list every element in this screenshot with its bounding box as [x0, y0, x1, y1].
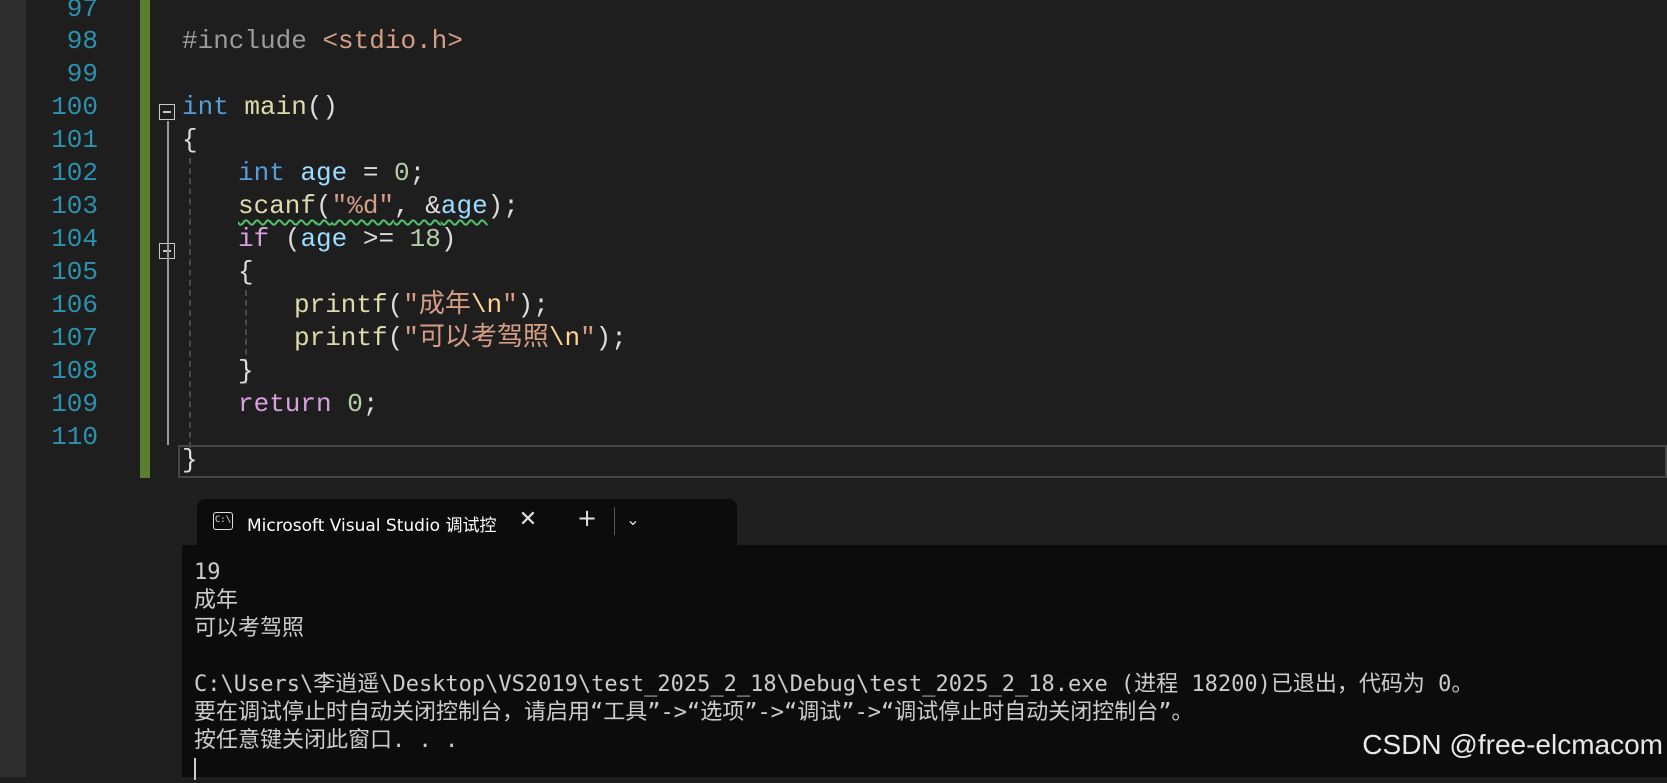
- number: 18: [409, 224, 441, 254]
- close-tab-button[interactable]: ✕: [513, 505, 543, 535]
- left-panel-strip: [0, 0, 26, 777]
- parens: (): [306, 92, 339, 122]
- return-keyword: return: [238, 389, 332, 419]
- variable: age: [284, 158, 348, 188]
- line-number: 108: [51, 356, 98, 386]
- brace: {: [182, 125, 198, 155]
- output-line: C:\Users\李逍遥\Desktop\VS2019\test_2025_2_…: [194, 672, 1474, 697]
- code-line-108[interactable]: }: [238, 354, 254, 389]
- code-line-102[interactable]: int age = 0;: [238, 156, 425, 191]
- function-name: printf: [294, 290, 388, 320]
- line-number: 102: [51, 158, 98, 188]
- brace: }: [238, 356, 254, 386]
- output-line: 成年: [194, 588, 239, 613]
- variable: age: [440, 191, 488, 221]
- line-number: 100: [51, 92, 98, 122]
- statement-end: );: [517, 290, 549, 320]
- brace: {: [238, 257, 254, 287]
- type-keyword: int: [182, 92, 229, 122]
- string-literal: "%d": [331, 191, 395, 221]
- output-line: 要在调试停止时自动关闭控制台，请启用“工具”->“选项”->“调试”->“调试停…: [194, 700, 1194, 725]
- code-line-110[interactable]: }: [182, 443, 198, 478]
- string-literal: "可以考驾照: [403, 323, 549, 353]
- statement-end: );: [595, 323, 627, 353]
- code-line-104[interactable]: if (age >= 18): [238, 222, 457, 257]
- paren: (: [387, 323, 404, 353]
- code-line-98[interactable]: #include <stdio.h>: [182, 24, 463, 59]
- line-number: 109: [51, 389, 98, 419]
- terminal-tab[interactable]: C:\ Microsoft Visual Studio 调试控制台 ✕: [197, 499, 737, 545]
- string-end: ": [580, 323, 596, 353]
- chevron-down-icon[interactable]: ⌄: [618, 505, 648, 535]
- new-tab-button[interactable]: +: [572, 503, 602, 533]
- code-line-107[interactable]: printf("可以考驾照\n");: [294, 321, 627, 356]
- paren: ): [440, 224, 457, 254]
- code-line-103[interactable]: scanf("%d", &age);: [238, 189, 519, 224]
- operator: =: [347, 158, 395, 188]
- control-keyword: if: [238, 224, 270, 254]
- escape-sequence: \n: [470, 290, 503, 320]
- terminal-titlebar: C:\ Microsoft Visual Studio 调试控制台 ✕ + ⌄: [182, 487, 1667, 545]
- brace: }: [182, 445, 198, 475]
- line-number: 104: [51, 224, 98, 254]
- type-keyword: int: [238, 158, 285, 188]
- operator: >=: [347, 224, 410, 254]
- line-number: 105: [51, 257, 98, 287]
- statement-end: );: [487, 191, 519, 221]
- semicolon: ;: [409, 158, 426, 188]
- line-number: 106: [51, 290, 98, 320]
- function-name: printf: [294, 323, 388, 353]
- function-name: main: [228, 92, 307, 122]
- escape-sequence: \n: [548, 323, 581, 353]
- paren: (: [269, 224, 301, 254]
- code-line-101[interactable]: {: [182, 123, 198, 158]
- change-tracking-bar: [140, 0, 150, 478]
- line-number: 107: [51, 323, 98, 353]
- string-literal: "成年: [403, 290, 471, 320]
- paren: (: [316, 191, 332, 221]
- include-header: <stdio.h>: [322, 26, 463, 56]
- variable: age: [300, 224, 348, 254]
- line-number: 97: [66, 0, 98, 24]
- output-line: 可以考驾照: [194, 616, 305, 641]
- line-number: 110: [51, 422, 98, 452]
- watermark: CSDN @free-elcmacom: [1362, 729, 1663, 760]
- line-number: 101: [51, 125, 98, 155]
- tab-separator: [614, 507, 615, 535]
- number: 0: [394, 158, 410, 188]
- line-number: 99: [66, 59, 98, 89]
- include-directive: #include: [182, 26, 323, 56]
- current-line-highlight: [178, 445, 1667, 478]
- fold-range-line: [167, 121, 169, 445]
- code-line-100[interactable]: int main(): [182, 90, 338, 125]
- semicolon: ;: [362, 389, 379, 419]
- paren: (: [387, 290, 404, 320]
- tab-title: Microsoft Visual Studio 调试控制台: [247, 516, 497, 533]
- code-line-106[interactable]: printf("成年\n");: [294, 288, 549, 323]
- function-name: scanf: [238, 191, 317, 221]
- console-icon: C:\: [213, 512, 233, 530]
- number: 0: [347, 389, 363, 419]
- collapse-main-icon[interactable]: [159, 104, 175, 120]
- indent-guide: [189, 158, 191, 448]
- comma: , &: [394, 191, 441, 221]
- line-number: 98: [66, 26, 98, 56]
- line-number: 103: [51, 191, 98, 221]
- warning-squiggle[interactable]: scanf("%d", &age: [238, 191, 488, 221]
- code-line-109[interactable]: return 0;: [238, 387, 378, 422]
- string-end: ": [502, 290, 518, 320]
- output-line: 19: [194, 560, 221, 585]
- code-line-105[interactable]: {: [238, 255, 254, 290]
